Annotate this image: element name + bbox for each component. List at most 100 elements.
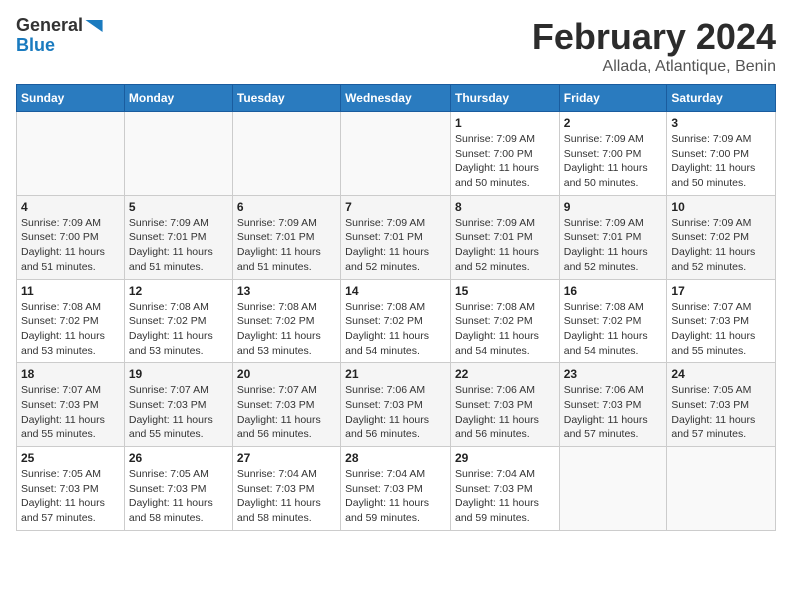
calendar-cell: 15 Sunrise: 7:08 AM Sunset: 7:02 PM Dayli… xyxy=(450,279,559,363)
day-number: 7 xyxy=(345,200,446,214)
weekday-header-monday: Monday xyxy=(124,85,232,112)
logo-text: General Blue xyxy=(16,16,103,56)
calendar-cell: 11Sunrise: 7:08 AM Sunset: 7:02 PM Dayli… xyxy=(17,279,125,363)
day-number: 12 xyxy=(129,284,228,298)
day-info: Sunrise: 7:05 AM Sunset: 7:03 PM Dayligh… xyxy=(671,383,771,442)
day-info: Sunrise: 7:09 AM Sunset: 7:00 PM Dayligh… xyxy=(564,132,663,191)
weekday-header-tuesday: Tuesday xyxy=(232,85,340,112)
calendar-cell: 3Sunrise: 7:09 AM Sunset: 7:00 PM Daylig… xyxy=(667,112,776,196)
day-info: Sunrise: 7:09 AM Sunset: 7:00 PM Dayligh… xyxy=(21,216,120,275)
calendar-cell: 28Sunrise: 7:04 AM Sunset: 7:03 PM Dayli… xyxy=(341,447,451,531)
calendar-cell xyxy=(17,112,125,196)
calendar-cell: 9Sunrise: 7:09 AM Sunset: 7:01 PM Daylig… xyxy=(559,195,667,279)
page-subtitle: Allada, Atlantique, Benin xyxy=(532,58,776,76)
day-info: Sunrise: 7:08 AM Sunset: 7:02 PM Dayligh… xyxy=(345,300,446,359)
day-info: Sunrise: 7:07 AM Sunset: 7:03 PM Dayligh… xyxy=(129,383,228,442)
day-number: 3 xyxy=(671,116,771,130)
day-number: 4 xyxy=(21,200,120,214)
weekday-header-thursday: Thursday xyxy=(450,85,559,112)
calendar-cell: 14 Sunrise: 7:08 AM Sunset: 7:02 PM Dayli… xyxy=(341,279,451,363)
calendar-cell: 12 Sunrise: 7:08 AM Sunset: 7:02 PM Dayli… xyxy=(124,279,232,363)
day-info: Sunrise: 7:09 AM Sunset: 7:01 PM Dayligh… xyxy=(237,216,336,275)
logo: General Blue xyxy=(16,16,103,56)
calendar-cell xyxy=(124,112,232,196)
calendar-cell: 21 Sunrise: 7:06 AM Sunset: 7:03 PM Dayli… xyxy=(341,363,451,447)
day-number: 17 xyxy=(671,284,771,298)
day-info: Sunrise: 7:04 AM Sunset: 7:03 PM Dayligh… xyxy=(455,467,555,526)
day-info: Sunrise: 7:07 AM Sunset: 7:03 PM Dayligh… xyxy=(237,383,336,442)
calendar-cell: 17 Sunrise: 7:07 AM Sunset: 7:03 PM Dayli… xyxy=(667,279,776,363)
day-info: Sunrise: 7:04 AM Sunset: 7:03 PM Dayligh… xyxy=(237,467,336,526)
day-number: 10 xyxy=(671,200,771,214)
page-title: February 2024 xyxy=(532,16,776,58)
day-number: 14 xyxy=(345,284,446,298)
calendar-cell: 8 Sunrise: 7:09 AM Sunset: 7:01 PM Daylig… xyxy=(450,195,559,279)
day-number: 18 xyxy=(21,367,120,381)
calendar-week-row: 11Sunrise: 7:08 AM Sunset: 7:02 PM Dayli… xyxy=(17,279,776,363)
calendar-week-row: 18 Sunrise: 7:07 AM Sunset: 7:03 PM Dayli… xyxy=(17,363,776,447)
calendar-cell: 10 Sunrise: 7:09 AM Sunset: 7:02 PM Dayli… xyxy=(667,195,776,279)
day-number: 6 xyxy=(237,200,336,214)
calendar-cell: 20 Sunrise: 7:07 AM Sunset: 7:03 PM Dayli… xyxy=(232,363,340,447)
day-number: 2 xyxy=(564,116,663,130)
day-number: 23 xyxy=(564,367,663,381)
calendar-body: 1 Sunrise: 7:09 AM Sunset: 7:00 PM Daylig… xyxy=(17,112,776,531)
day-info: Sunrise: 7:09 AM Sunset: 7:01 PM Dayligh… xyxy=(455,216,555,275)
day-number: 24 xyxy=(671,367,771,381)
day-info: Sunrise: 7:09 AM Sunset: 7:00 PM Dayligh… xyxy=(455,132,555,191)
calendar-cell: 16 Sunrise: 7:08 AM Sunset: 7:02 PM Dayli… xyxy=(559,279,667,363)
day-info: Sunrise: 7:06 AM Sunset: 7:03 PM Dayligh… xyxy=(455,383,555,442)
day-number: 8 xyxy=(455,200,555,214)
calendar-cell xyxy=(341,112,451,196)
logo-text-block: General Blue xyxy=(16,16,103,56)
day-info: Sunrise: 7:07 AM Sunset: 7:03 PM Dayligh… xyxy=(21,383,120,442)
day-info: Sunrise: 7:08 AM Sunset: 7:02 PM Dayligh… xyxy=(129,300,228,359)
calendar-table: SundayMondayTuesdayWednesdayThursdayFrid… xyxy=(16,84,776,531)
day-info: Sunrise: 7:08 AM Sunset: 7:02 PM Dayligh… xyxy=(237,300,336,359)
calendar-cell: 29Sunrise: 7:04 AM Sunset: 7:03 PM Dayli… xyxy=(450,447,559,531)
weekday-header-sunday: Sunday xyxy=(17,85,125,112)
day-info: Sunrise: 7:04 AM Sunset: 7:03 PM Dayligh… xyxy=(345,467,446,526)
calendar-header: SundayMondayTuesdayWednesdayThursdayFrid… xyxy=(17,85,776,112)
day-number: 19 xyxy=(129,367,228,381)
day-info: Sunrise: 7:08 AM Sunset: 7:02 PM Dayligh… xyxy=(21,300,120,359)
day-info: Sunrise: 7:07 AM Sunset: 7:03 PM Dayligh… xyxy=(671,300,771,359)
calendar-cell: 25 Sunrise: 7:05 AM Sunset: 7:03 PM Dayli… xyxy=(17,447,125,531)
weekday-header-friday: Friday xyxy=(559,85,667,112)
day-info: Sunrise: 7:05 AM Sunset: 7:03 PM Dayligh… xyxy=(129,467,228,526)
calendar-cell xyxy=(667,447,776,531)
calendar-week-row: 4 Sunrise: 7:09 AM Sunset: 7:00 PM Daylig… xyxy=(17,195,776,279)
day-number: 13 xyxy=(237,284,336,298)
calendar-cell: 23 Sunrise: 7:06 AM Sunset: 7:03 PM Dayli… xyxy=(559,363,667,447)
day-number: 26 xyxy=(129,451,228,465)
day-number: 20 xyxy=(237,367,336,381)
day-info: Sunrise: 7:09 AM Sunset: 7:02 PM Dayligh… xyxy=(671,216,771,275)
calendar-cell: 1 Sunrise: 7:09 AM Sunset: 7:00 PM Daylig… xyxy=(450,112,559,196)
day-info: Sunrise: 7:09 AM Sunset: 7:01 PM Dayligh… xyxy=(564,216,663,275)
day-number: 21 xyxy=(345,367,446,381)
title-block: February 2024 Allada, Atlantique, Benin xyxy=(532,16,776,76)
calendar-cell: 13 Sunrise: 7:08 AM Sunset: 7:02 PM Dayli… xyxy=(232,279,340,363)
day-info: Sunrise: 7:06 AM Sunset: 7:03 PM Dayligh… xyxy=(345,383,446,442)
day-info: Sunrise: 7:08 AM Sunset: 7:02 PM Dayligh… xyxy=(455,300,555,359)
day-info: Sunrise: 7:06 AM Sunset: 7:03 PM Dayligh… xyxy=(564,383,663,442)
weekday-header-saturday: Saturday xyxy=(667,85,776,112)
day-number: 16 xyxy=(564,284,663,298)
weekday-header-row: SundayMondayTuesdayWednesdayThursdayFrid… xyxy=(17,85,776,112)
day-info: Sunrise: 7:08 AM Sunset: 7:02 PM Dayligh… xyxy=(564,300,663,359)
day-number: 1 xyxy=(455,116,555,130)
calendar-cell: 6 Sunrise: 7:09 AM Sunset: 7:01 PM Daylig… xyxy=(232,195,340,279)
calendar-cell: 27 Sunrise: 7:04 AM Sunset: 7:03 PM Dayli… xyxy=(232,447,340,531)
calendar-cell: 5 Sunrise: 7:09 AM Sunset: 7:01 PM Daylig… xyxy=(124,195,232,279)
day-number: 27 xyxy=(237,451,336,465)
calendar-cell: 2 Sunrise: 7:09 AM Sunset: 7:00 PM Daylig… xyxy=(559,112,667,196)
weekday-header-wednesday: Wednesday xyxy=(341,85,451,112)
day-number: 5 xyxy=(129,200,228,214)
day-info: Sunrise: 7:09 AM Sunset: 7:01 PM Dayligh… xyxy=(129,216,228,275)
day-number: 15 xyxy=(455,284,555,298)
calendar-cell: 24 Sunrise: 7:05 AM Sunset: 7:03 PM Dayli… xyxy=(667,363,776,447)
day-info: Sunrise: 7:05 AM Sunset: 7:03 PM Dayligh… xyxy=(21,467,120,526)
calendar-cell: 19 Sunrise: 7:07 AM Sunset: 7:03 PM Dayli… xyxy=(124,363,232,447)
day-number: 25 xyxy=(21,451,120,465)
day-number: 22 xyxy=(455,367,555,381)
